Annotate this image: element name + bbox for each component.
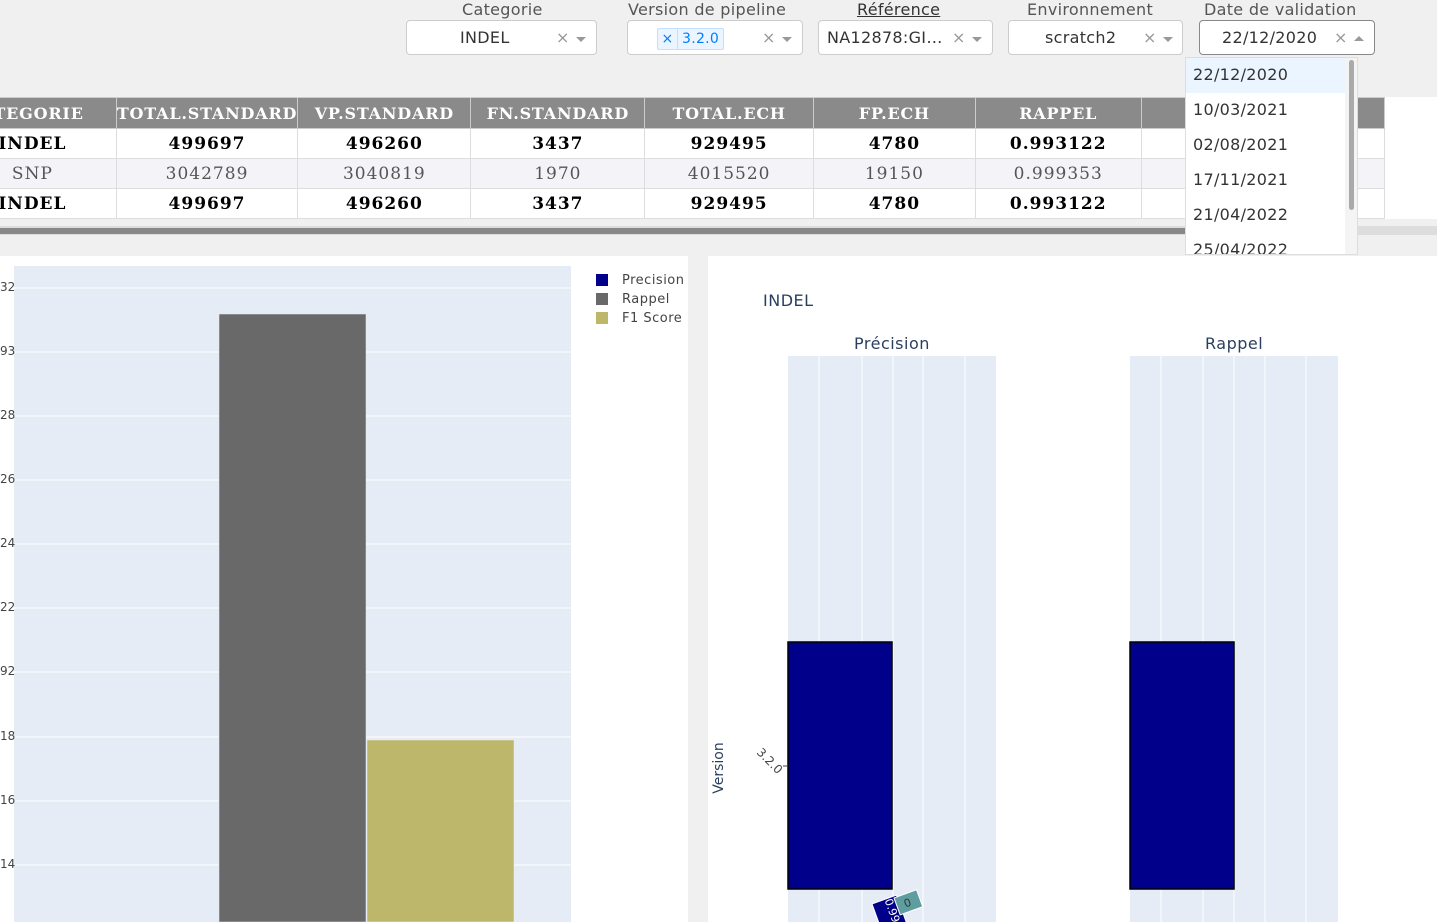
clear-icon[interactable]: × <box>952 28 966 47</box>
y-tick-label: 28 <box>0 408 16 422</box>
date-option[interactable]: 22/12/2020 <box>1186 58 1357 93</box>
table-cell: 496260 <box>297 128 472 159</box>
column-header[interactable]: FP.ECH <box>813 97 976 129</box>
table-cell: 0.993122 <box>974 128 1142 159</box>
table-cell: 3042789 <box>115 158 299 189</box>
table-cell: 3437 <box>470 128 646 159</box>
date-dropdown-menu: 22/12/2020 10/03/2021 02/08/2021 17/11/2… <box>1185 57 1358 255</box>
date-select[interactable]: 22/12/2020 × <box>1199 20 1375 55</box>
y-tick-label: 14 <box>0 857 16 871</box>
date-option[interactable]: 17/11/2021 <box>1186 163 1357 198</box>
subplots-chart: Version 3.2.0 0.99 0 <box>711 356 1338 922</box>
grouped-bar-chart <box>14 266 571 922</box>
reference-select[interactable]: NA12878:GI… × <box>818 20 993 55</box>
table-cell: 0.999353 <box>974 158 1142 189</box>
categorie-label: Categorie <box>462 0 543 19</box>
categorie-select[interactable]: INDEL × <box>406 20 597 55</box>
table-cell: 0.993122 <box>974 188 1142 219</box>
clear-icon[interactable]: × <box>1334 28 1348 47</box>
date-option[interactable]: 21/04/2022 <box>1186 198 1357 233</box>
environnement-select[interactable]: scratch2 × <box>1008 20 1183 55</box>
table-cell: INDEL <box>0 188 117 219</box>
version-label: Version de pipeline <box>628 0 787 19</box>
table-cell: 4780 <box>813 188 976 219</box>
column-header[interactable]: RAPPEL <box>974 97 1142 129</box>
column-header[interactable]: TOTAL.ECH <box>644 97 815 129</box>
column-header[interactable]: ATEGORIE <box>0 97 117 129</box>
legend-swatch <box>596 293 608 305</box>
date-option[interactable]: 25/04/2022 <box>1186 233 1357 254</box>
table-cell: 3040819 <box>297 158 472 189</box>
y-tick-label: 22 <box>0 600 16 614</box>
chevron-down-icon[interactable] <box>1163 37 1173 42</box>
table-cell: 499697 <box>115 128 299 159</box>
legend-item[interactable]: F1 Score <box>596 311 683 326</box>
dropdown-scrollbar[interactable] <box>1345 58 1357 254</box>
table-cell: 4015520 <box>644 158 815 189</box>
legend-item[interactable]: Precision <box>596 273 685 288</box>
clear-icon[interactable]: × <box>1143 28 1157 47</box>
bar-rappel[interactable] <box>218 313 367 922</box>
table-cell: 4780 <box>813 128 976 159</box>
chevron-down-icon[interactable] <box>576 37 586 42</box>
table-cell: INDEL <box>0 128 117 159</box>
table-row[interactable]: SNP 3042789 3040819 1970 4015520 19150 0… <box>0 158 1385 189</box>
reference-value: NA12878:GI… <box>827 28 943 47</box>
y-axis-label: Version <box>711 742 727 793</box>
chevron-down-icon[interactable] <box>782 37 792 42</box>
table-header-row: ATEGORIE TOTAL.STANDARD VP.STANDARD FN.S… <box>0 97 1385 129</box>
version-tag: × 3.2.0 <box>657 28 725 50</box>
table-cell: 3437 <box>470 188 646 219</box>
y-tick-label: 32 <box>0 280 16 294</box>
column-header[interactable]: TOTAL.STANDARD <box>115 97 299 129</box>
scrollbar-thumb[interactable] <box>1349 60 1354 210</box>
scrollbar-thumb[interactable] <box>0 228 1185 234</box>
date-value: 22/12/2020 <box>1222 28 1318 47</box>
legend-label: Precision <box>622 273 685 288</box>
legend-item[interactable]: Rappel <box>596 292 670 307</box>
legend-label: Rappel <box>622 292 670 307</box>
categorie-value: INDEL <box>460 28 510 47</box>
date-option[interactable]: 02/08/2021 <box>1186 128 1357 163</box>
y-tick-label: 24 <box>0 536 16 550</box>
table-cell: 929495 <box>644 128 815 159</box>
table-cell: 496260 <box>297 188 472 219</box>
date-option[interactable]: 10/03/2021 <box>1186 93 1357 128</box>
bar-rappel[interactable] <box>1129 641 1235 890</box>
table-row[interactable]: INDEL 499697 496260 3437 929495 4780 0.9… <box>0 128 1385 159</box>
bar-precision[interactable] <box>787 641 893 890</box>
column-header[interactable]: VP.STANDARD <box>297 97 472 129</box>
table-row[interactable] <box>0 218 1385 219</box>
version-select[interactable]: × 3.2.0 × <box>627 20 803 55</box>
table-cell: SNP <box>0 158 117 189</box>
chevron-up-icon[interactable] <box>1354 36 1364 41</box>
y-tick-label: 92 <box>0 664 16 678</box>
environnement-value: scratch2 <box>1045 28 1117 47</box>
environnement-label: Environnement <box>1027 0 1154 19</box>
y-tick-label: 16 <box>0 793 16 807</box>
column-header[interactable]: FN.STANDARD <box>470 97 646 129</box>
tag-remove-icon[interactable]: × <box>658 29 678 49</box>
table-cell: 1970 <box>470 158 646 189</box>
left-chart-panel: Precision Rappel F1 Score 32 93 28 26 24 22 92… <box>0 256 688 922</box>
right-chart-panel: INDEL Précision Rappel Version 3.2.0 0.9… <box>708 256 1437 922</box>
y-tick-label: 26 <box>0 472 16 486</box>
y-tick-label: 93 <box>0 344 16 358</box>
table-cell: 19150 <box>813 158 976 189</box>
table-cell: 929495 <box>644 188 815 219</box>
chevron-down-icon[interactable] <box>972 37 982 42</box>
clear-icon[interactable]: × <box>556 28 570 47</box>
y-tick-label: 18 <box>0 729 16 743</box>
table-cell: 499697 <box>115 188 299 219</box>
legend-swatch <box>596 312 608 324</box>
bar-f1-score[interactable] <box>366 739 515 922</box>
version-tag-label: 3.2.0 <box>682 31 720 47</box>
table-row[interactable]: INDEL 499697 496260 3437 929495 4780 0.9… <box>0 188 1385 219</box>
clear-icon[interactable]: × <box>762 28 776 47</box>
y-tick-label: 3.2.0 <box>754 745 785 776</box>
legend-label: F1 Score <box>622 311 683 326</box>
date-label: Date de validation <box>1204 0 1357 19</box>
reference-label: Référence <box>857 0 941 19</box>
legend-swatch <box>596 274 608 286</box>
